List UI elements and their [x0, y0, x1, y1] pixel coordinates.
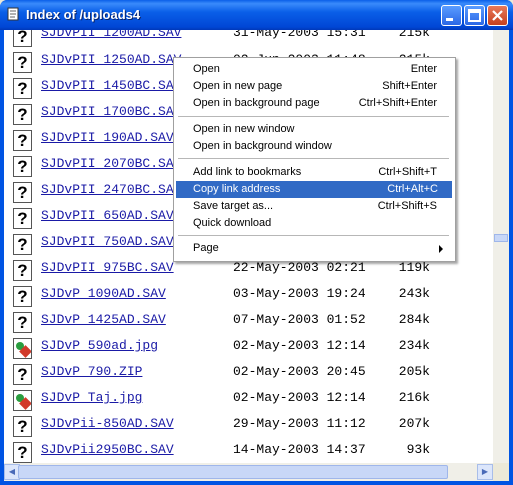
- unknown-file-icon[interactable]: ?: [13, 364, 32, 385]
- minimize-icon: [446, 18, 453, 21]
- menu-item-open-background-window[interactable]: Open in background window: [174, 138, 451, 155]
- unknown-file-icon[interactable]: ?: [13, 208, 32, 229]
- unknown-file-icon[interactable]: ?: [13, 30, 32, 47]
- file-date: 14-May-2003 14:37: [233, 442, 366, 457]
- file-date: 31-May-2003 15:31: [233, 30, 366, 40]
- file-link[interactable]: SJDvP_590ad.jpg: [41, 338, 158, 353]
- menu-item-shortcut: Ctrl+Shift+Enter: [358, 97, 437, 109]
- horizontal-scroll-thumb[interactable]: [18, 465, 448, 479]
- menu-separator: [178, 116, 449, 117]
- menu-item-label: Save target as...: [193, 200, 274, 212]
- file-link[interactable]: SJDvPII_2470BC.SAV: [41, 182, 181, 197]
- vertical-scrollbar[interactable]: [493, 30, 509, 463]
- title-bar[interactable]: Index of /uploads4: [0, 0, 513, 30]
- unknown-file-icon[interactable]: ?: [13, 156, 32, 177]
- menu-item-label: Copy link address: [193, 183, 281, 195]
- menu-item-label: Open in background window: [193, 140, 332, 152]
- file-link[interactable]: SJDvP_790.ZIP: [41, 364, 142, 379]
- file-link[interactable]: SJDvP_Taj.jpg: [41, 390, 142, 405]
- file-link[interactable]: SJDvPII_1700BC.SAV: [41, 104, 181, 119]
- maximize-button[interactable]: [464, 5, 485, 26]
- close-icon: [492, 10, 503, 21]
- menu-item-label: Open in background page: [193, 97, 320, 109]
- file-link[interactable]: SJDvPII_1200AD.SAV: [41, 30, 181, 40]
- horizontal-scrollbar[interactable]: ◀ ▶: [4, 463, 493, 481]
- menu-item-shortcut: Ctrl+Shift+T: [378, 166, 437, 178]
- menu-item-label: Open in new window: [193, 123, 295, 135]
- file-date: 07-May-2003 01:52: [233, 312, 366, 327]
- image-file-icon[interactable]: [13, 390, 32, 411]
- file-size: 284k: [398, 312, 430, 327]
- file-link[interactable]: SJDvPII_2070BC.SAV: [41, 156, 181, 171]
- file-link[interactable]: SJDvP_1090AD.SAV: [41, 286, 166, 301]
- file-size: 216k: [398, 390, 430, 405]
- menu-item-label: Quick download: [193, 217, 272, 229]
- scroll-right-icon[interactable]: ▶: [477, 464, 493, 480]
- unknown-file-icon[interactable]: ?: [13, 182, 32, 203]
- submenu-arrow-icon: [439, 245, 443, 253]
- context-menu: Open Enter Open in new page Shift+Enter …: [173, 57, 456, 262]
- file-link[interactable]: SJDvPII_1250AD.SAV: [41, 52, 181, 67]
- menu-item-shortcut: Enter: [410, 63, 437, 75]
- file-link[interactable]: SJDvP_1425AD.SAV: [41, 312, 166, 327]
- menu-item-save-target[interactable]: Save target as... Ctrl+Shift+S: [174, 198, 451, 215]
- file-size: 215k: [398, 30, 430, 40]
- menu-separator: [178, 235, 449, 236]
- menu-item-shortcut: Ctrl+Alt+C: [387, 183, 438, 195]
- file-link[interactable]: SJDvPII_1450BC.SAV: [41, 78, 181, 93]
- file-link[interactable]: SJDvPII_750AD.SAV: [41, 234, 174, 249]
- menu-item-label: Page: [193, 242, 219, 254]
- unknown-file-icon[interactable]: ?: [13, 104, 32, 125]
- unknown-file-icon[interactable]: ?: [13, 78, 32, 99]
- unknown-file-icon[interactable]: ?: [13, 52, 32, 73]
- unknown-file-icon[interactable]: ?: [13, 442, 32, 463]
- file-link[interactable]: SJDvPII_190AD.SAV: [41, 130, 174, 145]
- menu-item-label: Open: [193, 63, 220, 75]
- close-button[interactable]: [487, 5, 508, 26]
- menu-item-copy-link[interactable]: Copy link address Ctrl+Alt+C: [176, 181, 452, 198]
- unknown-file-icon[interactable]: ?: [13, 286, 32, 307]
- menu-item-quick-download[interactable]: Quick download: [174, 215, 451, 232]
- menu-item-open-background-page[interactable]: Open in background page Ctrl+Shift+Enter: [174, 95, 451, 112]
- file-date: 02-May-2003 12:14: [233, 390, 366, 405]
- minimize-button[interactable]: [441, 5, 462, 26]
- file-link[interactable]: SJDvPii-850AD.SAV: [41, 416, 174, 431]
- maximize-icon: [468, 9, 481, 22]
- file-date: 02-May-2003 12:14: [233, 338, 366, 353]
- file-size: 93k: [406, 442, 430, 457]
- file-date: 02-May-2003 20:45: [233, 364, 366, 379]
- file-date: 29-May-2003 11:12: [233, 416, 366, 431]
- menu-item-shortcut: Shift+Enter: [382, 80, 437, 92]
- page-icon: [7, 7, 19, 21]
- menu-item-open[interactable]: Open Enter: [174, 61, 451, 78]
- menu-item-label: Add link to bookmarks: [193, 166, 302, 178]
- file-link[interactable]: SJDvPII_650AD.SAV: [41, 208, 174, 223]
- vertical-scroll-thumb[interactable]: [494, 234, 508, 242]
- menu-item-open-new-page[interactable]: Open in new page Shift+Enter: [174, 78, 451, 95]
- unknown-file-icon[interactable]: ?: [13, 260, 32, 281]
- menu-item-add-bookmark[interactable]: Add link to bookmarks Ctrl+Shift+T: [174, 164, 451, 181]
- file-size: 234k: [398, 338, 430, 353]
- scroll-corner: [493, 463, 509, 481]
- menu-item-open-new-window[interactable]: Open in new window: [174, 121, 451, 138]
- menu-separator: [178, 158, 449, 159]
- menu-item-page[interactable]: Page: [174, 240, 451, 257]
- image-file-icon[interactable]: [13, 338, 32, 359]
- unknown-file-icon[interactable]: ?: [13, 130, 32, 151]
- file-link[interactable]: SJDvPII_975BC.SAV: [41, 260, 174, 275]
- unknown-file-icon[interactable]: ?: [13, 416, 32, 437]
- file-link[interactable]: SJDvPii2950BC.SAV: [41, 442, 174, 457]
- file-date: 03-May-2003 19:24: [233, 286, 366, 301]
- file-date: 22-May-2003 02:21: [233, 260, 366, 275]
- window-title: Index of /uploads4: [26, 7, 141, 22]
- unknown-file-icon[interactable]: ?: [13, 312, 32, 333]
- file-size: 243k: [398, 286, 430, 301]
- menu-item-shortcut: Ctrl+Shift+S: [377, 200, 437, 212]
- file-size: 119k: [398, 260, 430, 275]
- unknown-file-icon[interactable]: ?: [13, 234, 32, 255]
- file-size: 207k: [398, 416, 430, 431]
- menu-item-label: Open in new page: [193, 80, 283, 92]
- file-size: 205k: [398, 364, 430, 379]
